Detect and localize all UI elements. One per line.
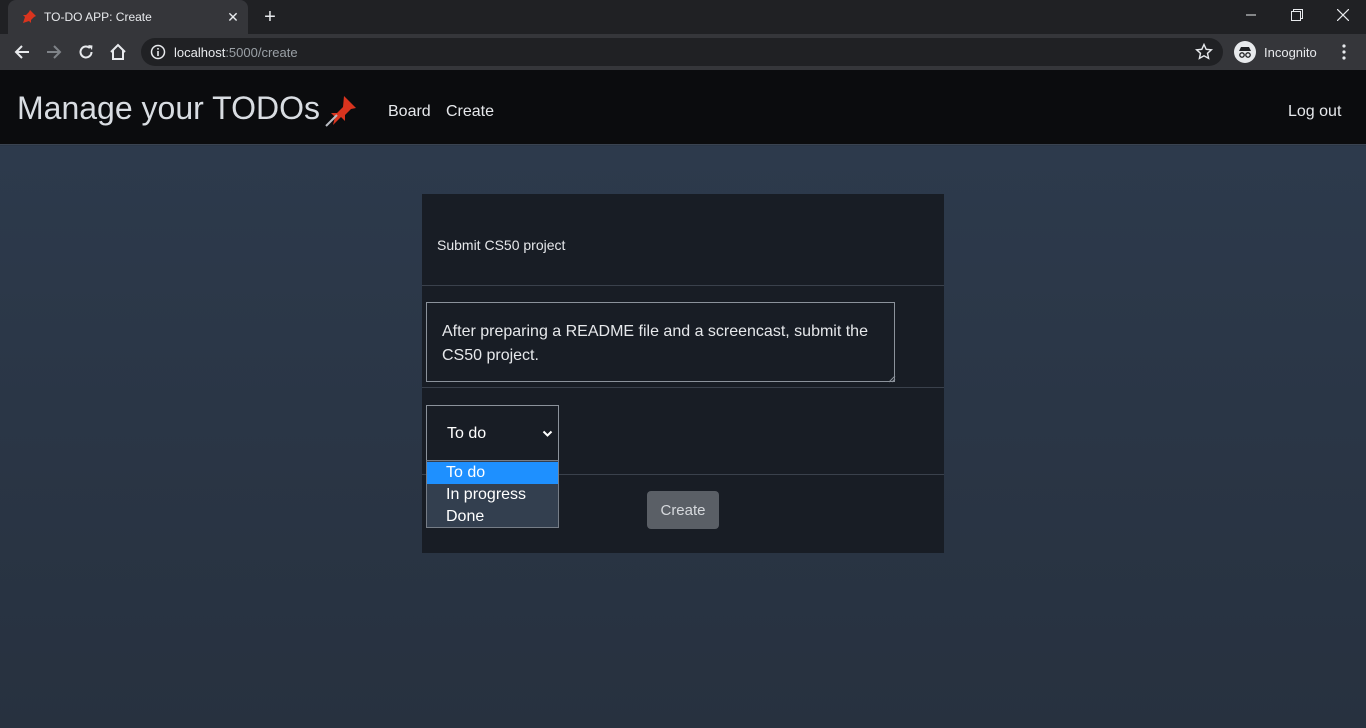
back-icon[interactable] <box>9 39 35 65</box>
main-content: Submit CS50 project After preparing a RE… <box>0 146 1366 728</box>
incognito-icon <box>1234 41 1256 63</box>
description-textarea[interactable]: After preparing a README file and a scre… <box>426 302 895 382</box>
close-window-icon[interactable] <box>1320 0 1366 30</box>
home-icon[interactable] <box>105 39 131 65</box>
chevron-down-icon <box>542 430 553 437</box>
kebab-menu-icon[interactable] <box>1334 40 1354 64</box>
status-select-value: To do <box>447 425 487 442</box>
nav-link-board[interactable]: Board <box>388 103 431 121</box>
url-text: localhost:5000/create <box>174 45 298 60</box>
status-option-in-progress[interactable]: In progress <box>427 484 558 506</box>
app-navbar: Manage your TODOs Board Create Log out <box>0 70 1366 145</box>
brand-title[interactable]: Manage your TODOs <box>17 90 320 127</box>
forward-icon[interactable] <box>41 39 67 65</box>
status-option-todo[interactable]: To do <box>427 462 558 484</box>
resize-grip-icon[interactable] <box>888 375 896 383</box>
restore-icon[interactable] <box>1274 0 1320 30</box>
title-row: Submit CS50 project <box>422 194 944 286</box>
tab-title: TO-DO APP: Create <box>44 10 152 24</box>
minimize-icon[interactable] <box>1228 0 1274 30</box>
address-bar[interactable]: localhost:5000/create <box>141 38 1223 66</box>
pushpin-icon <box>325 96 356 127</box>
incognito-label: Incognito <box>1264 44 1317 60</box>
new-tab-icon[interactable]: + <box>260 7 280 27</box>
browser-tab[interactable]: TO-DO APP: Create ✕ <box>8 0 248 34</box>
status-option-done[interactable]: Done <box>427 506 558 528</box>
description-row: After preparing a README file and a scre… <box>422 286 944 388</box>
info-icon[interactable] <box>150 44 166 60</box>
status-select[interactable]: To do <box>426 405 559 461</box>
reload-icon[interactable] <box>73 39 99 65</box>
incognito-profile[interactable]: Incognito <box>1234 40 1317 64</box>
pushpin-icon <box>23 10 36 23</box>
bookmark-star-icon[interactable] <box>1195 43 1213 61</box>
todo-title-input[interactable]: Submit CS50 project <box>437 237 565 253</box>
browser-tabstrip: TO-DO APP: Create ✕ + <box>0 0 1366 34</box>
nav-link-create[interactable]: Create <box>446 103 494 121</box>
create-button[interactable]: Create <box>647 491 719 529</box>
close-tab-icon[interactable]: ✕ <box>224 8 242 26</box>
status-dropdown-list: To do In progress Done <box>426 460 559 528</box>
logout-link[interactable]: Log out <box>1288 103 1341 121</box>
browser-toolbar: localhost:5000/create Incognito <box>0 34 1366 70</box>
